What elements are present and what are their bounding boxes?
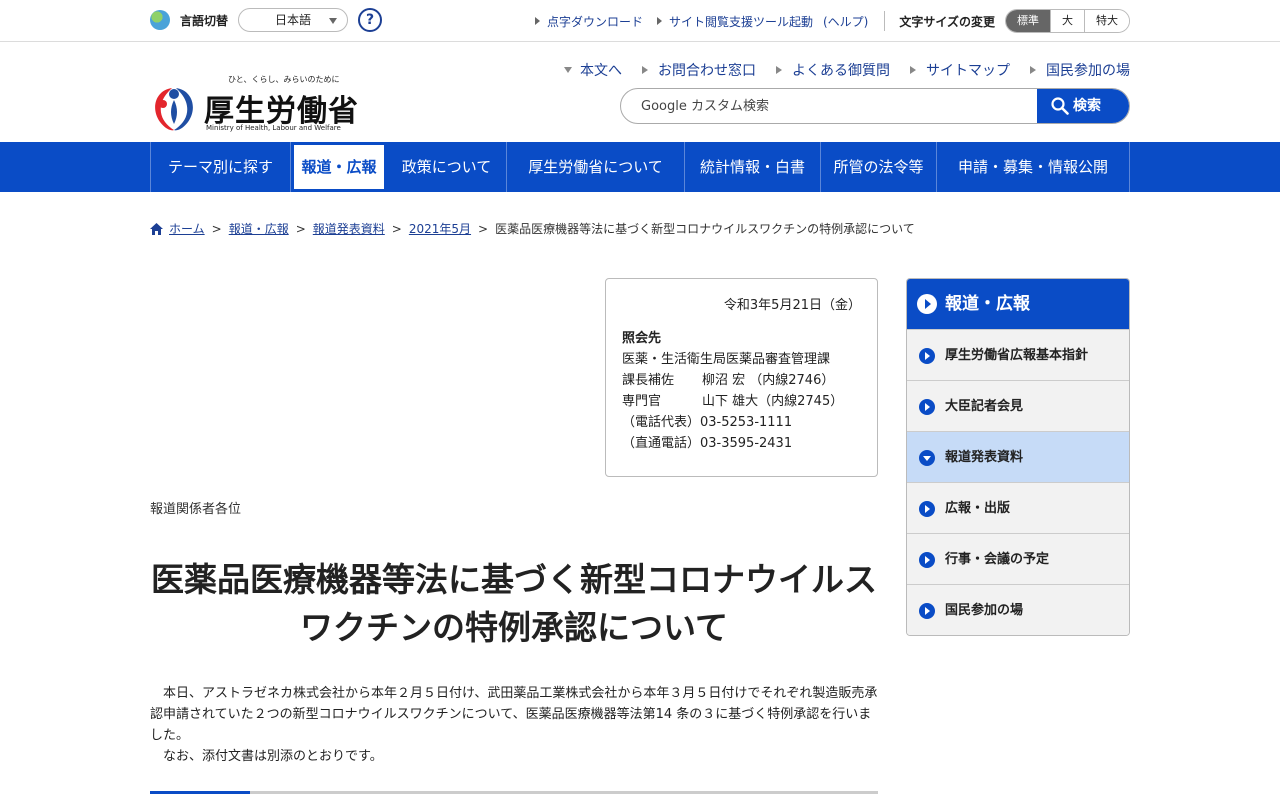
breadcrumb-current: 医薬品医療機器等法に基づく新型コロナウイルスワクチンの特例承認について bbox=[495, 222, 915, 236]
search-button-label: 検索 bbox=[1073, 98, 1101, 114]
breadcrumb: ホーム > 報道・広報 > 報道発表資料 > 2021年5月 > 医薬品医療機器… bbox=[150, 220, 915, 237]
braille-download-link[interactable]: 点字ダウンロード bbox=[534, 13, 643, 30]
contact-person: 柳沼 宏 （内線2746） bbox=[702, 373, 835, 388]
mhlw-logo-icon bbox=[155, 88, 193, 131]
search-input[interactable] bbox=[621, 89, 1037, 123]
header-links: 本文へ お問合わせ窓口 よくある御質問 サイトマップ 国民参加の場 bbox=[544, 60, 1130, 80]
gnav-statistics[interactable]: 統計情報・白書 bbox=[685, 142, 821, 192]
arrow-right-icon bbox=[917, 294, 937, 314]
article-paragraph: 本日、アストラゼネカ株式会社から本年２月５日付け、武田薬品工業株式会社から本年３… bbox=[150, 686, 878, 743]
language-select[interactable]: 日本語 bbox=[238, 8, 348, 32]
contact-row: 専門官 山下 雄大（内線2745） bbox=[622, 391, 861, 412]
site-logo[interactable]: ひと、くらし、みらいのために 厚生労働省 Ministry of Health,… bbox=[150, 74, 360, 136]
help-button[interactable]: ? bbox=[358, 8, 382, 32]
page-title: 医薬品医療機器等法に基づく新型コロナウイルスワクチンの特例承認について bbox=[151, 560, 877, 647]
arrow-right-icon bbox=[919, 348, 935, 364]
divider bbox=[884, 11, 886, 31]
search-box: 検索 bbox=[620, 88, 1130, 124]
side-item-pr-policy[interactable]: 厚生労働省広報基本指針 bbox=[907, 329, 1129, 380]
side-item-press-conference[interactable]: 大臣記者会見 bbox=[907, 380, 1129, 431]
side-item-press-releases[interactable]: 報道発表資料 bbox=[907, 431, 1129, 482]
breadcrumb-month[interactable]: 2021年5月 bbox=[409, 220, 471, 237]
side-item-public-participation[interactable]: 国民参加の場 bbox=[907, 584, 1129, 635]
side-nav-title[interactable]: 報道・広報 bbox=[907, 279, 1129, 329]
article-paragraph: なお、添付文書は別添のとおりです。 bbox=[163, 749, 383, 764]
addressee: 報道関係者各位 bbox=[150, 502, 242, 517]
font-size-xlarge-button[interactable]: 特大 bbox=[1084, 10, 1129, 32]
public-participation-link[interactable]: 国民参加の場 bbox=[1030, 60, 1130, 80]
side-item-label: 国民参加の場 bbox=[945, 603, 1024, 618]
search-button[interactable]: 検索 bbox=[1037, 89, 1129, 123]
search-icon bbox=[1051, 97, 1069, 115]
contact-person: 山下 雄大（内線2745） bbox=[702, 394, 844, 409]
section-rule-accent bbox=[150, 791, 250, 794]
gnav-about[interactable]: 厚生労働省について bbox=[507, 142, 685, 192]
sitemap-link[interactable]: サイトマップ bbox=[910, 60, 1010, 80]
contact-box: 令和3年5月21日（金） 照会先 医薬・生活衛生局医薬品審査管理課 課長補佐 柳沼… bbox=[605, 278, 878, 477]
side-nav-title-label: 報道・広報 bbox=[945, 294, 1030, 314]
home-icon bbox=[150, 222, 163, 235]
side-item-events[interactable]: 行事・会議の予定 bbox=[907, 533, 1129, 584]
breadcrumb-press-releases[interactable]: 報道発表資料 bbox=[313, 220, 385, 237]
contact-phone: （電話代表）03-5253-1111 bbox=[622, 415, 793, 430]
logo-tagline: ひと、くらし、みらいのために bbox=[228, 75, 340, 84]
article-body: 本日、アストラゼネカ株式会社から本年２月５日付け、武田薬品工業株式会社から本年３… bbox=[150, 683, 878, 767]
language-label: 言語切替 bbox=[180, 14, 229, 28]
contact-phone: （直通電話）03-3595-2431 bbox=[622, 436, 793, 451]
side-item-label: 行事・会議の予定 bbox=[945, 552, 1050, 567]
arrow-right-icon bbox=[919, 603, 935, 619]
font-size-standard-button[interactable]: 標準 bbox=[1006, 10, 1050, 32]
accessibility-help-link[interactable]: (ヘルプ) bbox=[823, 13, 868, 30]
side-item-publications[interactable]: 広報・出版 bbox=[907, 482, 1129, 533]
site-header: ひと、くらし、みらいのために 厚生労働省 Ministry of Health,… bbox=[150, 42, 1130, 142]
side-item-label: 厚生労働省広報基本指針 bbox=[945, 348, 1089, 363]
utility-links: 点字ダウンロード サイト閲覧支援ツール起動 (ヘルプ) 文字サイズの変更 標準 … bbox=[521, 0, 1130, 42]
arrow-right-icon bbox=[919, 399, 935, 415]
gnav-policy[interactable]: 政策について bbox=[387, 142, 507, 192]
font-size-switcher: 標準 大 特大 bbox=[1005, 9, 1130, 33]
font-size-large-button[interactable]: 大 bbox=[1050, 10, 1084, 32]
gnav-applications[interactable]: 申請・募集・情報公開 bbox=[937, 142, 1130, 192]
contact-link[interactable]: お問合わせ窓口 bbox=[642, 60, 756, 80]
breadcrumb-separator: > bbox=[478, 221, 489, 236]
contact-role: 課長補佐 bbox=[622, 373, 675, 388]
faq-link[interactable]: よくある御質問 bbox=[776, 60, 890, 80]
global-nav: テーマ別に探す 報道・広報 政策について 厚生労働省について 統計情報・白書 所… bbox=[0, 142, 1280, 192]
release-date: 令和3年5月21日（金） bbox=[723, 298, 861, 313]
breadcrumb-separator: > bbox=[391, 221, 402, 236]
globe-icon bbox=[150, 10, 170, 30]
accessibility-tool-link[interactable]: サイト閲覧支援ツール起動 bbox=[656, 13, 813, 30]
arrow-right-icon bbox=[919, 552, 935, 568]
gnav-theme[interactable]: テーマ別に探す bbox=[151, 142, 291, 192]
skip-to-content-link[interactable]: 本文へ bbox=[564, 60, 622, 80]
section-rule bbox=[150, 791, 878, 794]
side-item-label: 大臣記者会見 bbox=[945, 399, 1024, 414]
breadcrumb-separator: > bbox=[211, 221, 222, 236]
contact-role: 専門官 bbox=[622, 394, 662, 409]
contact-department: 医薬・生活衛生局医薬品審査管理課 bbox=[622, 352, 831, 367]
breadcrumb-separator: > bbox=[295, 221, 306, 236]
chevron-down-icon bbox=[329, 18, 337, 24]
gnav-laws[interactable]: 所管の法令等 bbox=[821, 142, 937, 192]
breadcrumb-press[interactable]: 報道・広報 bbox=[229, 220, 289, 237]
gnav-press[interactable]: 報道・広報 bbox=[291, 142, 387, 192]
utility-bar: 言語切替 日本語 ? 点字ダウンロード サイト閲覧支援ツール起動 (ヘルプ) 文… bbox=[0, 0, 1280, 42]
arrow-right-icon bbox=[919, 501, 935, 517]
side-item-label: 広報・出版 bbox=[945, 501, 1011, 516]
logo-english: Ministry of Health, Labour and Welfare bbox=[206, 124, 341, 132]
side-item-label: 報道発表資料 bbox=[945, 450, 1024, 465]
side-nav: 報道・広報 厚生労働省広報基本指針 大臣記者会見 報道発表資料 広報・出版 行事… bbox=[906, 278, 1130, 636]
contact-title: 照会先 bbox=[622, 331, 662, 346]
breadcrumb-home[interactable]: ホーム bbox=[169, 220, 205, 237]
language-select-value: 日本語 bbox=[275, 13, 312, 27]
contact-row: 課長補佐 柳沼 宏 （内線2746） bbox=[622, 370, 861, 391]
font-size-label: 文字サイズの変更 bbox=[899, 14, 995, 29]
arrow-down-icon bbox=[919, 450, 935, 466]
